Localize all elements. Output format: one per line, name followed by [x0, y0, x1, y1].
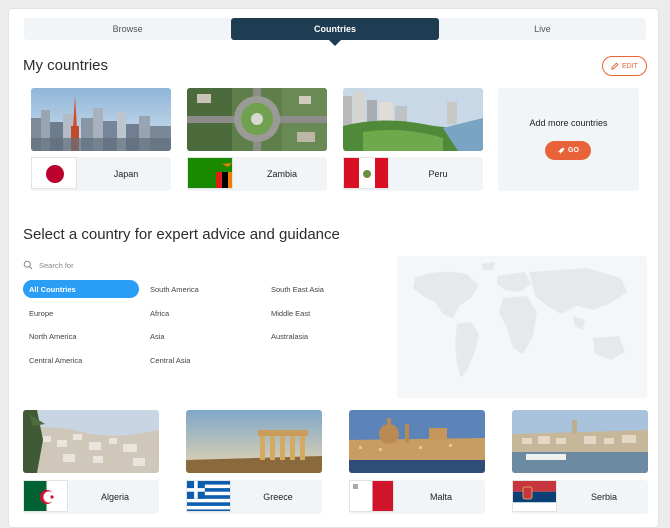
- go-label: GO: [568, 147, 579, 154]
- search-bar: [23, 256, 373, 274]
- tab-browse[interactable]: Browse: [24, 18, 232, 40]
- country-name: Algeria: [100, 492, 129, 502]
- edit-button[interactable]: EDIT: [602, 56, 647, 76]
- country-name: Zambia: [266, 169, 297, 179]
- zambia-photo: [187, 88, 327, 151]
- country-name: Serbia: [590, 492, 617, 502]
- malta-label-row: Malta: [349, 480, 485, 514]
- region-all-countries[interactable]: All Countries: [23, 280, 139, 298]
- region-central-america[interactable]: Central America: [23, 351, 139, 369]
- pencil-icon: [611, 62, 619, 70]
- region-south-east-asia[interactable]: South East Asia: [265, 280, 381, 298]
- country-card-serbia[interactable]: Serbia: [512, 410, 648, 514]
- search-icon: [23, 260, 33, 270]
- zambia-label-row: Zambia: [187, 157, 327, 191]
- greece-flag: [186, 480, 231, 512]
- algeria-photo: [23, 410, 159, 473]
- japan-photo: [31, 88, 171, 151]
- rocket-icon: [557, 147, 565, 154]
- edit-label: EDIT: [622, 62, 638, 70]
- greece-label-row: Greece: [186, 480, 322, 514]
- country-name: Malta: [429, 492, 452, 502]
- region-europe[interactable]: Europe: [23, 304, 139, 322]
- my-country-card-peru[interactable]: Peru: [343, 88, 483, 191]
- region-australasia[interactable]: Australasia: [265, 327, 381, 345]
- japan-label-row: Japan: [31, 157, 171, 191]
- add-more-text: Add more countries: [529, 118, 608, 128]
- world-map[interactable]: [397, 256, 647, 398]
- algeria-label-row: Algeria: [23, 480, 159, 514]
- country-name: Peru: [428, 169, 448, 179]
- app-frame: Browse Countries Live My countries EDIT: [8, 8, 659, 528]
- country-card-malta[interactable]: Malta: [349, 410, 485, 514]
- country-card-algeria[interactable]: Algeria: [23, 410, 159, 514]
- region-africa[interactable]: Africa: [144, 304, 260, 322]
- region-central-asia[interactable]: Central Asia: [144, 351, 260, 369]
- serbia-label-row: Serbia: [512, 480, 648, 514]
- malta-photo: [349, 410, 485, 473]
- region-middle-east[interactable]: Middle East: [265, 304, 381, 322]
- peru-label-row: Peru: [343, 157, 483, 191]
- my-country-card-zambia[interactable]: Zambia: [187, 88, 327, 191]
- region-south-america[interactable]: South America: [144, 280, 260, 298]
- country-name: Japan: [113, 169, 139, 179]
- algeria-flag: [23, 480, 68, 512]
- tab-countries[interactable]: Countries: [231, 18, 439, 46]
- tab-live[interactable]: Live: [438, 18, 646, 40]
- country-card-greece[interactable]: Greece: [186, 410, 322, 514]
- malta-flag: [349, 480, 394, 512]
- my-countries-title: My countries: [23, 57, 109, 74]
- search-input[interactable]: [39, 260, 239, 270]
- peru-photo: [343, 88, 483, 151]
- japan-flag: [31, 157, 77, 189]
- peru-flag: [343, 157, 389, 189]
- region-north-america[interactable]: North America: [23, 327, 139, 345]
- region-asia[interactable]: Asia: [144, 327, 260, 345]
- go-button[interactable]: GO: [545, 141, 591, 160]
- tab-bar: Browse Countries Live: [24, 18, 646, 46]
- greece-photo: [186, 410, 322, 473]
- serbia-flag: [512, 480, 557, 512]
- select-country-title: Select a country for expert advice and g…: [23, 226, 340, 243]
- my-country-card-japan[interactable]: Japan: [31, 88, 171, 191]
- country-name: Greece: [263, 492, 293, 502]
- zambia-flag: [187, 157, 233, 189]
- serbia-photo: [512, 410, 648, 473]
- add-more-countries-panel: Add more countries GO: [498, 88, 639, 191]
